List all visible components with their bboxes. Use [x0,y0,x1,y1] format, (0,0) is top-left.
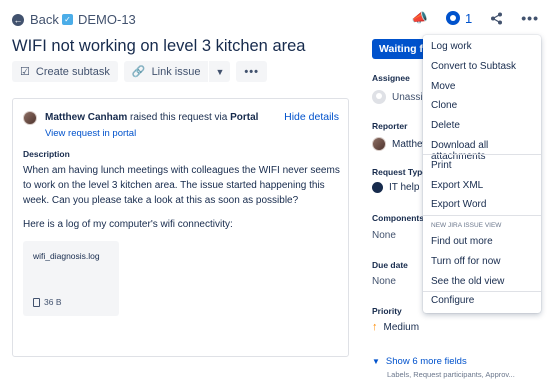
menu-item-delete[interactable]: Delete [423,116,541,136]
menu-item-log-work[interactable]: Log work [423,37,541,57]
more-actions-menu: Log work Convert to Subtask Move Clone D… [423,35,541,313]
back-label: Back [30,12,59,27]
request-type-field[interactable]: IT help [372,182,419,193]
request-header: Matthew Canham raised this request via P… [23,111,339,140]
reporter-label: Reporter [372,121,408,131]
link-issue-dropdown[interactable]: ▼ [208,61,230,82]
description-paragraph: When am having lunch meetings with colle… [23,165,340,206]
menu-item-download-attachments[interactable]: Download all attachments [423,136,541,162]
menu-item-find-out-more[interactable]: Find out more [423,232,541,252]
issue-actions: ☑ Create subtask 🔗 Link issue ▼ ••• [12,61,267,82]
issue-key: DEMO-13 [78,12,136,27]
ellipsis-icon: ••• [244,65,259,78]
description-heading: Description [23,149,70,159]
request-type-label: Request Type [372,167,428,177]
more-button[interactable]: ••• [236,61,267,82]
priority-field[interactable]: ↑ Medium [372,321,419,333]
watch-count: 1 [465,10,473,26]
issue-title[interactable]: WIFI not working on level 3 kitchen area [12,37,305,56]
raised-text: raised this request via [127,112,231,123]
hide-details-link[interactable]: Hide details [284,111,339,123]
unassigned-avatar-icon [372,90,386,104]
request-details-card: Matthew Canham raised this request via P… [12,98,349,357]
feedback-megaphone-icon[interactable]: 📣 [412,10,428,26]
requester-name[interactable]: Matthew Canham [45,112,127,123]
show-more-hint: Labels, Request participants, Approv... [387,370,515,379]
eye-icon [446,11,461,25]
show-more-label: Show 6 more fields [385,356,467,367]
issue-key-link[interactable]: ✓ DEMO-13 [62,12,136,27]
assignee-label: Assignee [372,73,410,83]
menu-item-export-word[interactable]: Export Word [423,195,541,215]
back-arrow-icon: ← [12,13,24,26]
menu-item-clone[interactable]: Clone [423,96,541,116]
due-date-label: Due date [372,260,408,270]
link-issue-main[interactable]: 🔗 Link issue [124,61,209,82]
more-actions-icon[interactable]: ••• [521,10,539,26]
priority-medium-icon: ↑ [372,321,378,333]
show-more-fields-button[interactable]: ▼ Show 6 more fields [372,356,467,367]
priority-label: Priority [372,306,402,316]
document-icon [33,297,40,307]
attachment-size-value: 36 B [44,297,62,307]
top-bar: ← Back ✓ DEMO-13 📣 1 ••• [0,0,551,40]
link-icon: 🔗 [131,66,146,78]
attachment-size: 36 B [33,297,62,307]
request-channel: Portal [230,112,259,123]
issue-toolbar: 📣 1 ••• [412,10,539,26]
menu-item-turn-off[interactable]: Turn off for now [423,252,541,272]
components-field[interactable]: None [372,230,396,241]
subtask-icon: ☑ [20,66,30,78]
share-icon[interactable] [490,12,503,25]
components-label: Components [372,213,424,223]
priority-value: Medium [383,321,420,333]
request-summary: Matthew Canham raised this request via P… [45,111,258,140]
attachment-name: wifi_diagnosis.log [33,251,100,261]
link-issue-button[interactable]: 🔗 Link issue ▼ [123,61,231,82]
attachment-card[interactable]: wifi_diagnosis.log 36 B [23,241,119,316]
request-type-value: IT help [389,182,420,193]
menu-item-move[interactable]: Move [423,77,541,97]
requester-avatar[interactable] [23,111,37,125]
status-button[interactable]: Waiting for support [372,39,427,59]
menu-item-configure[interactable]: Configure [423,291,541,311]
menu-item-see-old-view[interactable]: See the old view [423,272,541,292]
watch-button[interactable]: 1 [446,11,472,26]
menu-item-export-xml[interactable]: Export XML [423,176,541,196]
due-date-field[interactable]: None [372,276,396,287]
chevron-down-icon: ▼ [372,357,380,366]
create-subtask-button[interactable]: ☑ Create subtask [12,61,118,82]
menu-item-print[interactable]: Print [423,156,541,176]
reporter-avatar [372,137,386,151]
back-button[interactable]: ← Back [12,12,59,27]
description-paragraph: Here is a log of my computer's wifi conn… [23,219,233,230]
menu-divider [423,154,541,155]
create-subtask-label: Create subtask [35,65,110,78]
chevron-down-icon: ▼ [215,66,225,77]
menu-item-convert-to-subtask[interactable]: Convert to Subtask [423,57,541,77]
it-help-icon [372,182,383,193]
description-body[interactable]: When am having lunch meetings with colle… [23,163,341,232]
view-in-portal-link[interactable]: View request in portal [45,127,258,140]
service-request-icon: ✓ [62,14,73,25]
link-issue-label: Link issue [151,65,201,78]
